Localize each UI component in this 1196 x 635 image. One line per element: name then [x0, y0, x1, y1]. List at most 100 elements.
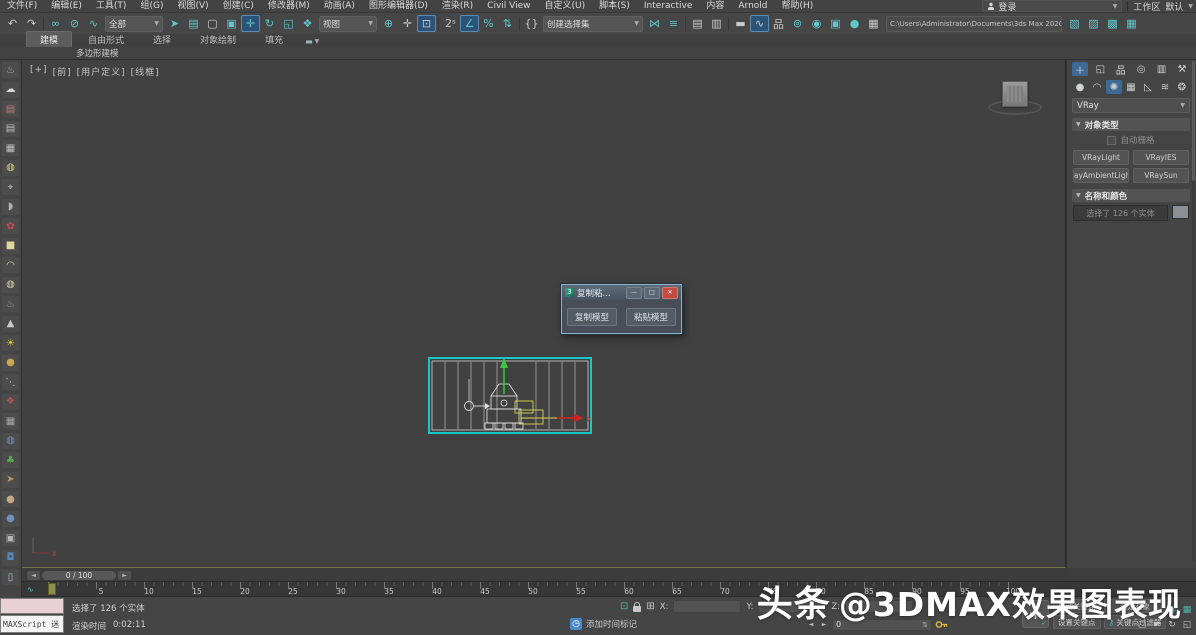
object-type-button-layAmbientLigh[interactable]: layAmbientLigh	[1073, 168, 1129, 183]
use-pivot-point-icon[interactable]: ⊕	[379, 15, 398, 32]
menu-item-0[interactable]: 文件(F)	[0, 0, 44, 12]
grid-window-icon[interactable]: ▦	[2, 140, 19, 156]
time-slider-marker[interactable]	[48, 583, 56, 595]
ribbon-tab-1[interactable]: 自由形式	[75, 32, 137, 47]
selection-lock-icon[interactable]	[633, 606, 641, 612]
autogrid-row[interactable]: 自动栅格	[1072, 134, 1190, 146]
teapot-outline-icon[interactable]: ♨	[2, 296, 19, 312]
scrollbar-thumb[interactable]	[1192, 61, 1195, 181]
motion-tab-icon[interactable]: ◎	[1133, 62, 1149, 76]
maxscript-mini-listener[interactable]: MAXScript 迷	[0, 615, 64, 633]
spheres-red-icon[interactable]: ❖	[2, 394, 19, 410]
space-warps-icon[interactable]: ≋	[1157, 80, 1173, 94]
light-bulb-icon[interactable]: ◍	[2, 160, 19, 176]
bird-icon[interactable]: ➤	[2, 472, 19, 488]
zoom-extents-all-icon[interactable]: ▦	[1180, 603, 1194, 617]
list-window-icon[interactable]: ▤	[2, 121, 19, 137]
render-setup-icon[interactable]: ◉	[807, 15, 826, 32]
macro-recorder-field[interactable]	[0, 598, 64, 614]
globe-icon[interactable]: ◍	[2, 433, 19, 449]
menu-item-9[interactable]: 渲染(R)	[435, 0, 480, 12]
object-type-button-VRaySun[interactable]: VRaySun	[1133, 168, 1189, 183]
systems-icon[interactable]: ❂	[1174, 80, 1190, 94]
toggle-layer-explorer-icon[interactable]: ▥	[707, 15, 726, 32]
next-frame-button[interactable]: ►	[118, 571, 131, 580]
dome-icon[interactable]: ◠	[2, 257, 19, 273]
schematic-view-icon[interactable]: 品	[769, 15, 788, 32]
previous-frame-button[interactable]: ◄	[27, 571, 40, 580]
menu-item-12[interactable]: 脚本(S)	[592, 0, 637, 12]
menu-item-4[interactable]: 视图(V)	[170, 0, 215, 12]
time-tag-cluster[interactable]: ◷ 添加时间标记	[570, 618, 637, 630]
menu-item-3[interactable]: 组(G)	[133, 0, 170, 12]
menu-item-1[interactable]: 编辑(E)	[44, 0, 89, 12]
unlink-selection-icon[interactable]: ⊘	[65, 15, 84, 32]
environment-cloud-icon[interactable]: ☁	[2, 82, 19, 98]
object-color-swatch[interactable]	[1172, 205, 1189, 219]
mountain-icon[interactable]: ▲	[2, 316, 19, 332]
sun-icon[interactable]: ☀	[2, 335, 19, 351]
keyboard-shortcut-override-icon[interactable]: ⊡	[417, 15, 436, 32]
mini-curve-editor-icon[interactable]: ∿	[27, 585, 34, 594]
modify-tab-icon[interactable]: ◱	[1092, 62, 1108, 76]
leaves-icon[interactable]: ♣	[2, 452, 19, 468]
x-coord-field[interactable]	[673, 600, 741, 613]
shapes-icon[interactable]: ◠	[1089, 80, 1105, 94]
render-teapot-icon[interactable]: ♨	[2, 62, 19, 78]
ribbon-tab-0[interactable]: 建模	[26, 31, 72, 47]
menu-item-15[interactable]: Arnold	[731, 0, 774, 12]
selection-filter-dropdown[interactable]: 全部▼	[105, 16, 163, 32]
toggle-scene-explorer-icon[interactable]: ▤	[688, 15, 707, 32]
transform-typein-icon[interactable]: ⊞	[646, 601, 654, 612]
menu-item-10[interactable]: Civil View	[480, 0, 537, 12]
render-production-icon[interactable]: ●	[845, 15, 864, 32]
select-and-scale-icon[interactable]: ◱	[279, 15, 298, 32]
reference-coordinate-dropdown[interactable]: 视图▼	[319, 16, 377, 32]
checker-box-icon[interactable]: ▦	[2, 413, 19, 429]
menu-item-6[interactable]: 修改器(M)	[261, 0, 317, 12]
autogrid-checkbox[interactable]	[1107, 136, 1116, 145]
scene-wireframe[interactable]: x	[427, 354, 599, 446]
cameras-icon[interactable]: ▦	[1123, 80, 1139, 94]
viewcube-cube[interactable]	[1002, 81, 1028, 107]
select-and-place-icon[interactable]: ❖	[298, 15, 317, 32]
object-type-button-VRayLight[interactable]: VRayLight	[1073, 150, 1129, 165]
render-window-icon[interactable]: ▤	[2, 101, 19, 117]
helpers-icon[interactable]: ◺	[1140, 80, 1156, 94]
project-recent-icon[interactable]: ▦	[1122, 15, 1141, 32]
curve-editor-icon[interactable]: ∿	[750, 15, 769, 32]
ribbon-tab-2[interactable]: 选择	[140, 32, 184, 47]
project-import-icon[interactable]: ▧	[1065, 15, 1084, 32]
blue-sphere-icon[interactable]: ●	[2, 511, 19, 527]
document-icon[interactable]: ▯	[2, 569, 19, 585]
spot-light-icon[interactable]: ⌖	[2, 179, 19, 195]
toggle-ribbon-icon[interactable]: ▬	[731, 15, 750, 32]
flower-red-icon[interactable]: ✿	[2, 218, 19, 234]
viewport-menu-pov[interactable]: [前]	[53, 65, 72, 78]
half-sphere-icon[interactable]: ◗	[2, 199, 19, 215]
close-button[interactable]: ✕	[662, 287, 678, 299]
pad-yellow-icon[interactable]: ■	[2, 238, 19, 254]
edit-named-selection-sets-icon[interactable]: {}	[522, 15, 541, 32]
rectangular-selection-region-icon[interactable]: ▢	[203, 15, 222, 32]
geometry-icon[interactable]: ●	[1072, 80, 1088, 94]
menu-item-2[interactable]: 工具(T)	[89, 0, 134, 12]
spinner-snap-icon[interactable]: ⇅	[498, 15, 517, 32]
angle-snap-icon[interactable]: ∠	[460, 15, 479, 32]
snaps-toggle-icon[interactable]: 2ˢ	[441, 15, 460, 32]
menu-item-16[interactable]: 帮助(H)	[775, 0, 821, 12]
paste-model-button[interactable]: 粘贴模型	[626, 308, 676, 326]
category-dropdown[interactable]: VRay ▼	[1072, 98, 1190, 113]
select-by-name-icon[interactable]: ▤	[184, 15, 203, 32]
display-tab-icon[interactable]: ▥	[1154, 62, 1170, 76]
minimize-button[interactable]: —	[626, 287, 642, 299]
window-crossing-icon[interactable]: ▣	[222, 15, 241, 32]
state-sets-icon[interactable]: ▦	[864, 15, 883, 32]
project-open-icon[interactable]: ▩	[1103, 15, 1122, 32]
menu-item-13[interactable]: Interactive	[637, 0, 699, 12]
bind-to-space-warp-icon[interactable]: ∿	[84, 15, 103, 32]
create-tab-icon[interactable]: ＋	[1072, 62, 1088, 76]
select-and-manipulate-icon[interactable]: ✛	[398, 15, 417, 32]
ball-box-icon[interactable]: ◘	[2, 550, 19, 566]
copy-paste-dialog[interactable]: 3 复制粘... — □ ✕ 复制模型 粘贴模型	[561, 284, 682, 334]
